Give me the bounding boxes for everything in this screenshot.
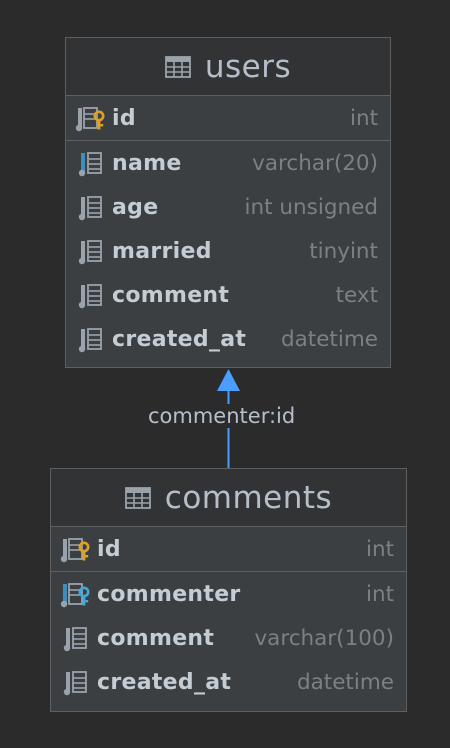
- table-title: comments: [164, 479, 333, 516]
- column-name: created_at: [97, 669, 232, 695]
- column-icon: [74, 192, 106, 222]
- column-row-created-at[interactable]: created_at datetime: [66, 317, 390, 361]
- column-type: datetime: [296, 669, 394, 695]
- relation-label: commenter:id: [148, 404, 296, 428]
- comments-table-header[interactable]: comments: [51, 469, 406, 527]
- column-icon: [74, 280, 106, 310]
- column-type: int: [365, 536, 394, 562]
- column-name: comment: [97, 625, 215, 651]
- users-table[interactable]: users id int name varchar(20) age int un…: [65, 37, 391, 368]
- not-null-column-icon: [74, 148, 106, 178]
- primary-key-section: id int: [66, 96, 390, 141]
- column-type: tinyint: [309, 238, 378, 264]
- table-title: users: [204, 48, 292, 85]
- column-type: int unsigned: [244, 194, 378, 220]
- column-type: datetime: [280, 326, 378, 352]
- table-icon: [165, 56, 191, 78]
- column-name: comment: [112, 282, 230, 308]
- primary-key-column-icon: [74, 103, 106, 133]
- column-name: created_at: [112, 326, 247, 352]
- column-row-created-at[interactable]: created_at datetime: [51, 660, 406, 704]
- column-type: varchar(100): [254, 625, 394, 651]
- column-name: id: [97, 536, 121, 562]
- foreign-key-column-icon: [59, 579, 91, 609]
- column-type: int: [349, 105, 378, 131]
- column-icon: [59, 667, 91, 697]
- column-icon: [59, 623, 91, 653]
- column-row-id[interactable]: id int: [51, 527, 406, 571]
- users-table-header[interactable]: users: [66, 38, 390, 96]
- table-icon: [125, 487, 151, 509]
- column-name: married: [112, 238, 212, 264]
- column-row-id[interactable]: id int: [66, 96, 390, 140]
- primary-key-column-icon: [59, 534, 91, 564]
- arrowhead-icon: [217, 369, 240, 391]
- column-row-age[interactable]: age int unsigned: [66, 185, 390, 229]
- column-name: id: [112, 105, 136, 131]
- column-icon: [74, 236, 106, 266]
- column-row-comment[interactable]: comment varchar(100): [51, 616, 406, 660]
- column-type: varchar(20): [252, 150, 378, 176]
- comments-table[interactable]: comments id int commenter int comment va…: [50, 468, 407, 712]
- column-row-comment[interactable]: comment text: [66, 273, 390, 317]
- column-row-name[interactable]: name varchar(20): [66, 141, 390, 185]
- column-name: commenter: [97, 581, 241, 607]
- primary-key-section: id int: [51, 527, 406, 572]
- column-type: int: [365, 581, 394, 607]
- column-row-married[interactable]: married tinyint: [66, 229, 390, 273]
- column-name: age: [112, 194, 159, 220]
- column-name: name: [112, 150, 182, 176]
- column-icon: [74, 324, 106, 354]
- column-row-commenter[interactable]: commenter int: [51, 572, 406, 616]
- column-type: text: [335, 282, 378, 308]
